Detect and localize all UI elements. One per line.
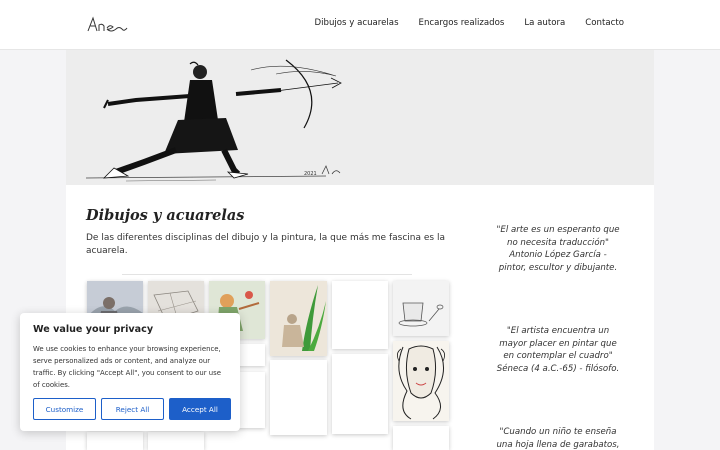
site-header: Dibujos y acuarelas Encargos realizados … <box>0 0 720 50</box>
gallery-thumb[interactable] <box>148 432 204 450</box>
quote-line: Séneca (4 a.C.-65) - filósofo. <box>496 363 620 374</box>
archer-illustration: 2021 <box>66 50 654 185</box>
quote-block: "Cuando un niño te enseña una hoja llena… <box>478 426 638 450</box>
nav-author[interactable]: La autora <box>524 18 565 28</box>
gallery-thumb[interactable] <box>393 341 449 421</box>
accept-all-button[interactable]: Accept All <box>169 398 231 420</box>
gallery-thumb[interactable] <box>332 354 388 434</box>
cookie-consent-banner: We value your privacy We use cookies to … <box>20 313 240 431</box>
nav-drawings[interactable]: Dibujos y acuarelas <box>315 18 399 28</box>
quote-line: "Cuando un niño te enseña <box>499 427 617 437</box>
gallery-thumb[interactable] <box>270 281 327 356</box>
gallery-thumb[interactable] <box>87 432 143 450</box>
quote-line: "El arte es un esperanto que <box>496 225 620 235</box>
nav-commissions[interactable]: Encargos realizados <box>419 18 505 28</box>
gallery-thumb[interactable] <box>332 281 388 349</box>
quote-line: "El artista encuentra un <box>506 326 610 336</box>
main-nav: Dibujos y acuarelas Encargos realizados … <box>315 18 625 28</box>
customize-button[interactable]: Customize <box>33 398 96 420</box>
cookie-title: We value your privacy <box>33 324 154 335</box>
quote-line: pintor, escultor y dibujante. <box>498 262 618 273</box>
quote-line: mayor placer en pintar que <box>499 338 617 349</box>
quote-line: en contemplar el cuadro" <box>503 351 613 362</box>
cookie-text: We use cookies to enhance your browsing … <box>33 345 221 389</box>
intro-text: De las diferentes disciplinas del dibujo… <box>86 233 445 256</box>
gallery-thumb[interactable] <box>393 426 449 450</box>
gallery-thumb[interactable] <box>393 281 449 336</box>
divider <box>122 274 412 275</box>
gallery-thumb[interactable] <box>270 360 327 435</box>
quote-line: no necesita traducción" <box>507 237 609 248</box>
quote-block: "El artista encuentra un mayor placer en… <box>478 325 638 375</box>
nav-contact[interactable]: Contacto <box>585 18 624 28</box>
reject-all-button[interactable]: Reject All <box>101 398 164 420</box>
cookie-buttons: Customize Reject All Accept All <box>33 398 231 420</box>
svg-text:2021: 2021 <box>304 171 317 177</box>
quote-line: Antonio López García - <box>509 250 607 261</box>
page-title: Dibujos y acuarelas <box>86 207 245 224</box>
quote-block: "El arte es un esperanto que no necesita… <box>478 224 638 274</box>
quote-line: una hoja llena de garabatos, <box>496 439 620 450</box>
hero-banner: 2021 <box>66 50 654 185</box>
site-logo[interactable] <box>86 14 130 36</box>
